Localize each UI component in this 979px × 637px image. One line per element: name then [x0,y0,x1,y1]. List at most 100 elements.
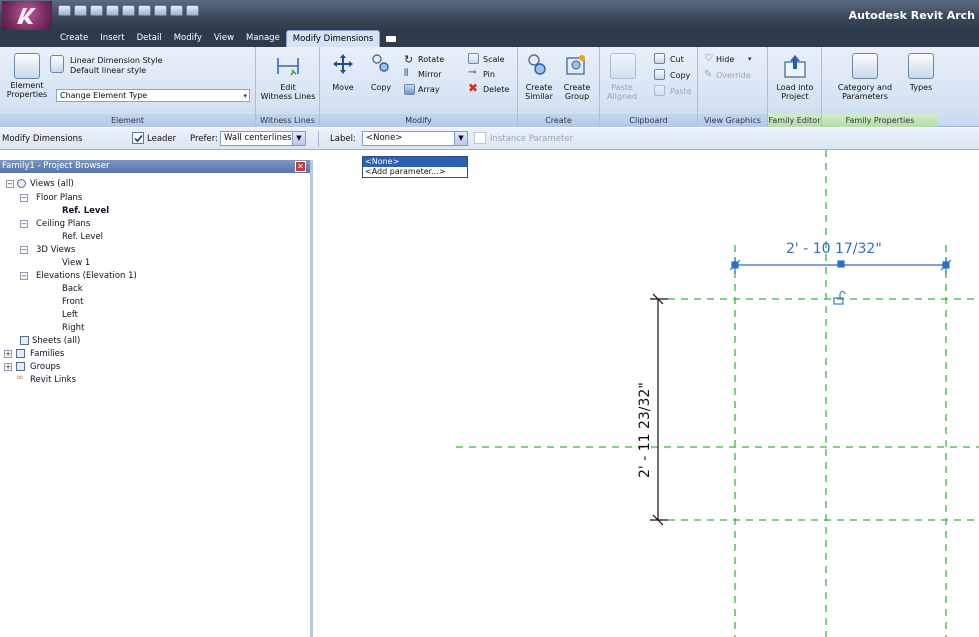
edit-witness-lines-icon[interactable] [275,54,301,80]
close-icon[interactable]: ✕ [295,161,306,172]
tree-item-elevation-back[interactable]: Back [62,284,83,294]
tree-item-floor-plan-ref-level[interactable]: Ref. Level [62,206,109,216]
undo-icon[interactable] [106,5,119,16]
horizontal-dimension[interactable] [729,257,952,274]
tree-item-views-all[interactable]: Views (all) [30,179,74,189]
mirror-button[interactable]: Mirror [418,70,442,79]
collapse-icon[interactable]: − [20,220,28,228]
scale-button[interactable]: Scale [483,55,505,64]
label-option-none[interactable]: <None> [363,157,467,167]
scale-icon[interactable] [468,53,479,64]
change-element-type-select[interactable]: Change Element Type ▾ [56,89,250,102]
tree-item-revit-links[interactable]: Revit Links [30,375,76,385]
type-name-label: Default linear style [70,66,147,75]
tab-insert[interactable]: Insert [94,30,130,47]
pin-button[interactable]: Pin [483,70,495,79]
rotate-icon[interactable]: ↻ [404,53,413,66]
tree-item-floor-plans[interactable]: Floor Plans [36,193,82,203]
label-select[interactable]: <None> ▼ [362,131,468,146]
create-group-icon[interactable] [564,53,588,77]
save-icon[interactable] [90,5,103,16]
horizontal-dimension-text[interactable]: 2' - 10 17/32" [786,241,882,257]
leader-checkbox[interactable] [132,132,144,144]
tab-create[interactable]: Create [54,30,94,47]
tree-item-elevation-left[interactable]: Left [62,310,78,320]
hide-dropdown-icon[interactable]: ▾ [748,55,752,63]
category-parameters-label-1: Category and [837,83,893,92]
views-icon [17,179,26,188]
tree-item-families[interactable]: Families [30,349,64,359]
cut-icon[interactable] [654,53,665,64]
tree-item-3d-views[interactable]: 3D Views [36,245,75,255]
tree-item-elevations[interactable]: Elevations (Elevation 1) [36,271,137,281]
tree-item-view-1[interactable]: View 1 [62,258,90,268]
override-button[interactable]: Override [716,71,751,80]
collapse-icon[interactable]: − [20,194,28,202]
expand-icon[interactable]: + [4,350,12,358]
delete-icon[interactable]: ✖ [468,81,478,95]
tab-modify[interactable]: Modify [168,30,208,47]
array-icon[interactable] [404,84,415,95]
paste-aligned-icon[interactable] [610,53,636,79]
ribbon-minimize-button[interactable] [380,30,402,47]
open-icon[interactable] [74,5,87,16]
options-separator [318,131,319,147]
types-icon[interactable] [908,53,934,79]
instance-parameter-label: Instance Parameter [490,134,574,144]
families-icon [16,349,25,358]
hide-icon[interactable]: ♡ [704,53,713,64]
measure-icon[interactable] [154,5,167,16]
select-icon[interactable] [138,5,151,16]
mirror-icon[interactable]: ⫴ [404,68,408,79]
copy-clipboard-icon[interactable] [654,69,665,80]
revit-logo-icon [17,8,36,24]
qat-dropdown-icon[interactable] [186,5,199,16]
collapse-icon[interactable]: − [6,180,14,188]
element-properties-icon[interactable] [14,53,40,79]
paste-button[interactable]: Paste [670,87,692,96]
tree-item-sheets[interactable]: Sheets (all) [32,336,80,346]
category-parameters-icon[interactable] [852,53,878,79]
chevron-down-icon: ▼ [292,132,305,145]
collapse-icon[interactable]: − [20,246,28,254]
tab-view[interactable]: View [208,30,240,47]
tab-detail[interactable]: Detail [131,30,168,47]
default-3d-icon[interactable] [170,5,183,16]
redo-icon[interactable] [122,5,135,16]
load-into-project-icon[interactable] [782,53,808,79]
create-similar-icon[interactable] [526,53,550,77]
array-button[interactable]: Array [418,85,440,94]
expand-icon[interactable]: + [4,363,12,371]
copy-icon[interactable] [370,53,392,75]
hide-button[interactable]: Hide [716,55,734,64]
panel-modify-label: Modify [320,114,517,127]
vertical-dimension-text[interactable]: 2' - 11 23/32" [637,382,653,478]
cut-button[interactable]: Cut [670,55,684,64]
application-menu-button[interactable] [2,1,52,31]
panel-family-editor: Load into Project Family Editor [768,47,822,127]
tree-item-elevation-front[interactable]: Front [62,297,84,307]
collapse-icon[interactable]: − [20,272,28,280]
new-icon[interactable] [58,5,71,16]
rotate-button[interactable]: Rotate [418,55,444,64]
tree-item-ceiling-plan-ref-level[interactable]: Ref. Level [62,232,103,242]
label-option-add-parameter[interactable]: <Add parameter...> [363,167,467,177]
tab-manage[interactable]: Manage [240,30,286,47]
create-group-label-1: Create [563,83,591,92]
instance-parameter-checkbox[interactable] [474,132,486,144]
tree-item-groups[interactable]: Groups [30,362,60,372]
move-icon[interactable] [332,53,354,75]
override-icon[interactable]: ✎ [704,69,712,80]
prefer-select[interactable]: Wall centerlines ▼ [220,131,306,146]
drawing-canvas[interactable]: 2' - 10 17/32" 2' - 11 23/32" [316,150,979,637]
pin-icon[interactable]: ⊸ [468,67,476,78]
label-label: Label: [330,134,356,144]
delete-button[interactable]: Delete [483,85,509,94]
dimension-lock-icon[interactable] [833,290,846,305]
options-context-label: Modify Dimensions [2,134,83,144]
tab-modify-dimensions[interactable]: Modify Dimensions [285,30,381,47]
copy-clipboard-button[interactable]: Copy [670,71,690,80]
paste-icon[interactable] [654,85,665,96]
tree-item-ceiling-plans[interactable]: Ceiling Plans [36,219,90,229]
tree-item-elevation-right[interactable]: Right [62,323,84,333]
